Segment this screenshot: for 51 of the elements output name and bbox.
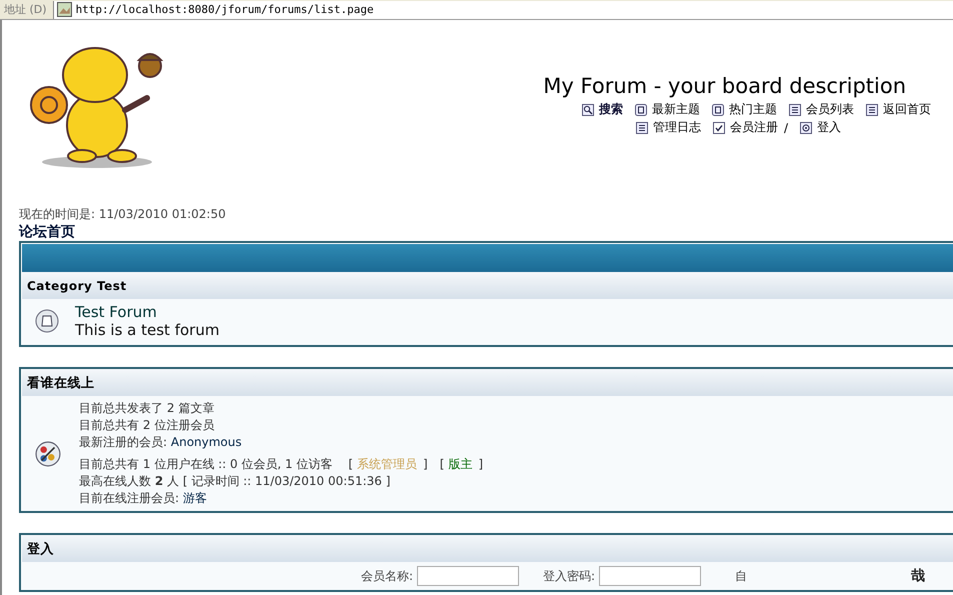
text-fragment: 哉 [911,567,926,585]
nav-link[interactable]: 返回首页 [883,101,931,118]
search-icon [582,104,594,116]
breadcrumb-link[interactable]: 论坛首页 [19,223,953,241]
page-icon [56,2,72,17]
forum-description: This is a test forum [75,321,220,339]
nav-link[interactable]: 登入 [817,119,841,136]
user-link[interactable]: Anonymous [170,435,242,449]
forum-title: My Forum - your board description [543,74,906,98]
panel-title: 看谁在线上 [22,369,953,396]
separator: / [784,120,788,134]
stat-text: 目前总共有 1 位用户在线 :: 0 位会员, 1 位访客 [79,457,333,471]
current-time: 现在的时间是: 11/03/2010 01:02:50 [19,206,227,223]
user-link[interactable]: 游客 [182,491,207,505]
document-icon [635,104,647,116]
address-label: 地址 (D) [3,2,48,17]
address-field[interactable]: http://localhost:8080/jforum/forums/list.page [52,0,953,18]
checkbox-icon [712,122,725,134]
forum-link[interactable]: Test Forum [75,303,220,321]
forum-icon [35,309,59,333]
stat-label: 目前在线注册会员: [79,491,180,505]
category-header: Category Test [22,272,953,299]
stat-text: 最高在线人数 2 人 [ 记录时间 :: 11/03/2010 00:51:36 ] [79,473,392,490]
nav-link[interactable]: 搜索 [599,101,623,118]
list-icon [789,104,801,116]
list-icon [636,122,648,134]
nav-link[interactable]: 管理日志 [652,119,701,136]
field-label: 登入密码: [543,568,596,584]
nav-link[interactable]: 会员列表 [806,101,854,118]
nav-link[interactable]: 最新主题 [652,101,700,118]
bracket: ] [478,457,484,471]
stat-text: 目前总共发表了 2 篇文章 [79,400,216,417]
nav-link[interactable]: 热门主题 [729,101,777,118]
document-icon [712,104,724,116]
input-field[interactable] [417,566,520,586]
legend-label: 版主 [448,457,472,471]
stat-text: 目前总共有 2 位注册会员 [79,417,216,434]
stat-label: 最新注册的会员: [79,435,168,449]
text-fragment: 自 [735,568,748,584]
input-field[interactable] [599,566,702,586]
users-icon [35,440,61,466]
circle-icon [800,122,812,134]
bracket: ] [423,457,428,471]
legend-label: 系统管理员 [357,457,418,471]
field-label: 会员名称: [361,568,414,584]
panel-title: 登入 [22,535,953,562]
nav-link[interactable]: 会员注册 [730,119,778,136]
list-icon [866,104,878,116]
bracket: [ [348,457,354,471]
bracket: [ [440,457,444,471]
url-text: http://localhost:8080/jforum/forums/list.page [76,3,374,16]
